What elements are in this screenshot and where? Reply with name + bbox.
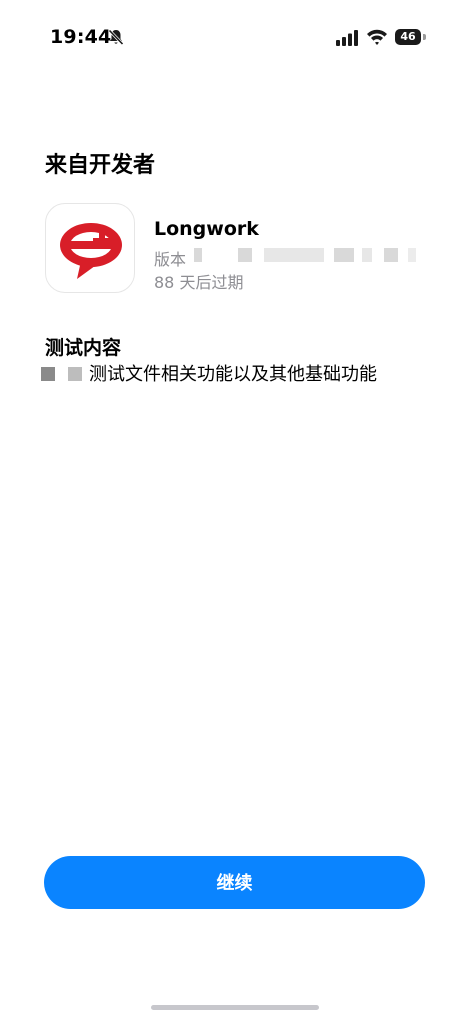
battery-cap	[423, 34, 426, 40]
version-redaction	[194, 248, 419, 264]
redaction-block	[68, 367, 82, 381]
app-name: Longwork	[154, 218, 259, 240]
bell-slash-icon	[107, 28, 125, 46]
app-info-card: Longwork 版本 88 天后过期	[45, 203, 445, 295]
wifi-icon	[366, 28, 388, 46]
battery-icon: 46	[395, 29, 421, 45]
home-indicator[interactable]	[151, 1005, 319, 1010]
continue-button[interactable]: 继续	[44, 856, 425, 909]
redaction-block	[41, 367, 55, 381]
test-content-title: 测试内容	[45, 337, 122, 359]
test-content-description: 测试文件相关功能以及其他基础功能	[89, 364, 377, 385]
status-bar: 19:44 46	[0, 0, 470, 70]
page-title: 来自开发者	[45, 153, 156, 178]
status-time: 19:44	[50, 26, 112, 48]
longwork-app-icon	[45, 203, 135, 293]
cellular-signal-icon	[336, 30, 360, 46]
app-version-label: 版本	[154, 250, 187, 269]
app-expiry: 88 天后过期	[154, 273, 244, 292]
